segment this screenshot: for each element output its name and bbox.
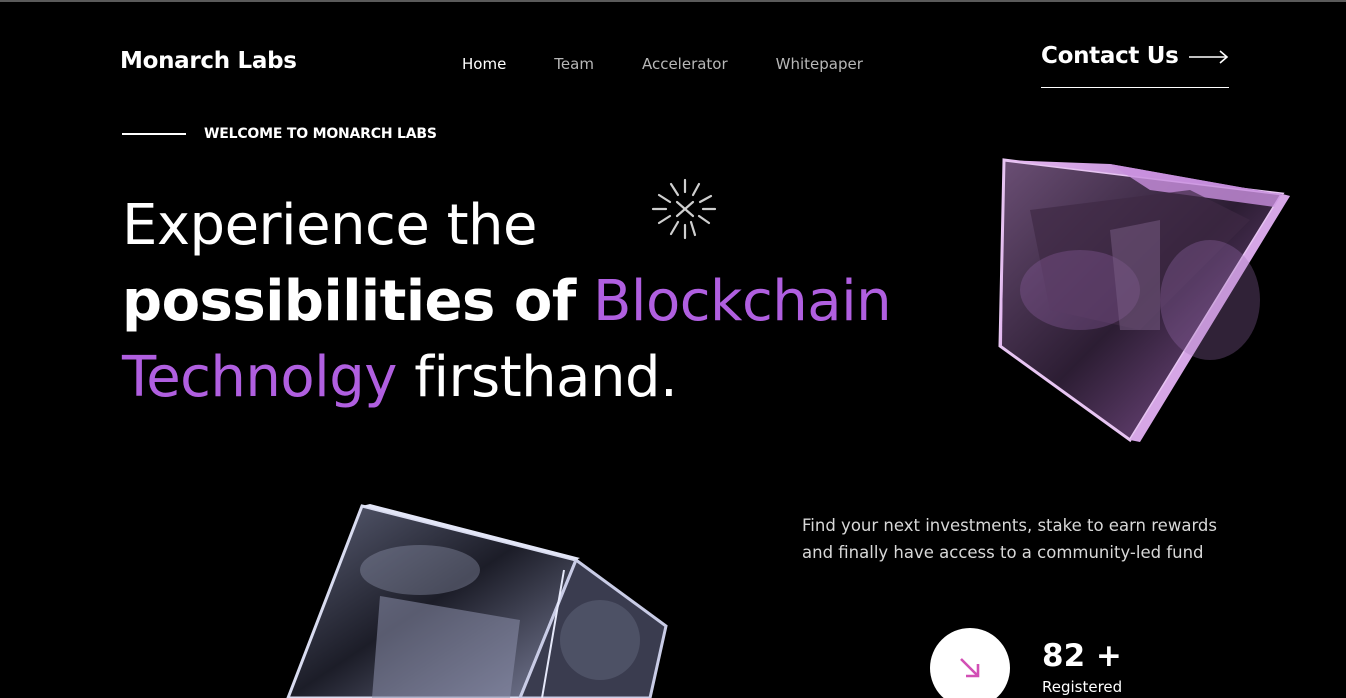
headline-line-3-accent: Technolgy <box>122 345 397 410</box>
nav-accelerator-link[interactable]: Accelerator <box>642 55 728 73</box>
registered-count: 82 + <box>1042 638 1122 674</box>
nav-whitepaper-link[interactable]: Whitepaper <box>776 55 863 73</box>
nav-team-link[interactable]: Team <box>554 55 594 73</box>
arrow-down-right-icon <box>960 658 980 678</box>
sparkle-icon <box>651 178 717 240</box>
purple-glass-cube-image <box>998 158 1290 443</box>
headline-line-2-white: possibilities of <box>122 269 576 334</box>
headline-line-1: Experience the <box>122 193 538 258</box>
headline-line-2-accent: Blockchain <box>593 269 892 334</box>
contact-us-button[interactable]: Contact Us <box>1041 43 1229 88</box>
window-top-border <box>0 0 1346 2</box>
headline-line-3: Technolgy firsthand. <box>122 340 891 416</box>
brand-logo[interactable]: Monarch Labs <box>120 48 297 74</box>
main-nav: Home Team Accelerator Whitepaper <box>462 55 911 73</box>
eyebrow-text: WELCOME TO MONARCH LABS <box>204 126 437 142</box>
headline-line-3-white: firsthand. <box>414 345 678 410</box>
hero-eyebrow: WELCOME TO MONARCH LABS <box>122 126 437 142</box>
stat-arrow-button[interactable] <box>930 628 1010 698</box>
eyebrow-divider <box>122 133 186 135</box>
nav-home-link[interactable]: Home <box>462 55 506 73</box>
landing-page: Monarch Labs Home Team Accelerator White… <box>0 0 1346 698</box>
arrow-right-icon <box>1189 50 1229 64</box>
contact-us-label: Contact Us <box>1041 43 1179 69</box>
hero-tagline: Find your next investments, stake to ear… <box>802 516 1218 562</box>
hero-headline: Experience the possibilities of Blockcha… <box>122 188 892 416</box>
blue-glass-cube-image <box>286 504 668 698</box>
headline-line-2: possibilities of Blockchain <box>122 264 892 340</box>
registered-label: Registered <box>1042 678 1123 696</box>
